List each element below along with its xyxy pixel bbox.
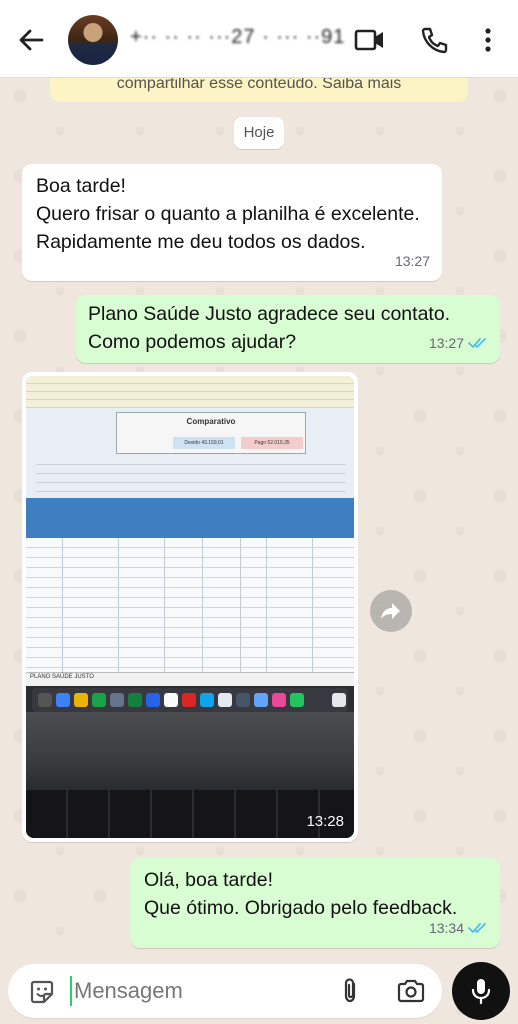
paperclip-icon [344, 978, 356, 1003]
comparativo-title: Comparativo [186, 417, 236, 426]
text-cursor [70, 976, 72, 1006]
more-options-button[interactable] [474, 25, 506, 55]
comparativo-box: Comparativo Devido 43.159,01 Pago 52.019… [116, 412, 306, 454]
message-meta: 13:34 [429, 914, 488, 942]
read-ticks-icon [468, 923, 486, 933]
camera-button[interactable] [396, 977, 426, 1005]
message-meta: 13:27 [429, 329, 488, 357]
info-banner[interactable]: compartilhar esse conteúdo. Saiba mais [50, 76, 468, 102]
contact-name[interactable]: +·· ·· ·· ···27 · ··· ··91 [130, 26, 345, 49]
message-input[interactable] [74, 972, 304, 1010]
video-call-button[interactable] [354, 25, 386, 55]
microphone-icon [471, 979, 491, 1005]
date-chip: Hoje [234, 117, 284, 149]
more-vertical-icon [485, 28, 491, 52]
voice-call-button[interactable] [418, 25, 450, 55]
back-button[interactable] [14, 25, 48, 55]
sheet-summary-area [26, 376, 354, 408]
outgoing-message[interactable]: Olá, boa tarde! Que ótimo. Obrigado pelo… [130, 858, 500, 948]
incoming-image-message[interactable]: Comparativo Devido 43.159,01 Pago 52.019… [22, 372, 358, 842]
video-camera-icon [354, 29, 383, 51]
outgoing-message[interactable]: Plano Saúde Justo agradece seu contato. … [76, 295, 500, 363]
devido-cell: Devido 43.159,01 [173, 437, 235, 449]
spreadsheet-photo: Comparativo Devido 43.159,01 Pago 52.019… [26, 376, 354, 686]
message-time: 13:28 [306, 813, 344, 830]
message-time: 13:27 [394, 253, 430, 269]
forward-button[interactable] [370, 590, 412, 632]
banner-text: compartilhar esse conteúdo. Saiba mais [116, 76, 402, 92]
mac-dock [32, 688, 348, 712]
message-photo[interactable]: Comparativo Devido 43.159,01 Pago 52.019… [26, 376, 354, 838]
voice-message-button[interactable] [452, 962, 510, 1020]
message-time: 13:34 [428, 920, 464, 936]
sticker-button[interactable] [28, 978, 56, 1006]
read-ticks-icon [468, 338, 486, 348]
incoming-message[interactable]: Boa tarde! Quero frisar o quanto a plani… [22, 164, 442, 281]
message-meta: 13:27 [395, 247, 430, 275]
table-header [26, 498, 354, 538]
chat-header: +·· ·· ·· ···27 · ··· ··91 [0, 0, 518, 78]
camera-icon [397, 979, 425, 1003]
phone-icon [421, 27, 448, 54]
sheet-notes [36, 456, 346, 496]
forward-icon [381, 603, 400, 619]
message-composer [8, 964, 442, 1018]
sheet-tab: PLANO SAÚDE JUSTO [26, 672, 354, 686]
arrow-left-icon [19, 29, 44, 51]
sticker-icon [30, 980, 54, 1004]
sheet-tab-label: PLANO SAÚDE JUSTO [30, 674, 94, 680]
contact-avatar[interactable] [68, 15, 118, 65]
attach-button[interactable] [336, 976, 364, 1006]
table-body [26, 538, 354, 678]
laptop-keyboard [26, 790, 354, 838]
message-time: 13:27 [428, 335, 464, 351]
pago-cell: Pago 52.019,35 [241, 437, 303, 449]
message-text: Boa tarde! Quero frisar o quanto a plani… [36, 175, 420, 253]
